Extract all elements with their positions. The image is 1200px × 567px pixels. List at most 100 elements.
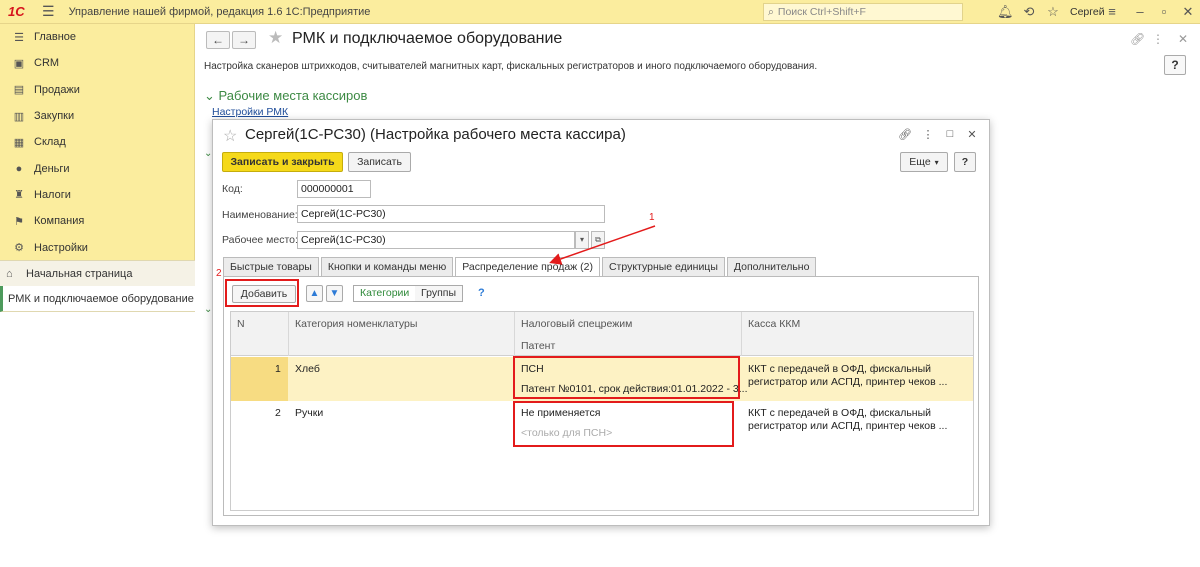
search-placeholder: Поиск Ctrl+Shift+F — [777, 6, 866, 18]
link-icon[interactable]: 🔗︎ — [898, 128, 912, 141]
sidebar-item-sales[interactable]: ▤ Продажи — [0, 77, 194, 103]
global-search-input[interactable]: ⌕ Поиск Ctrl+Shift+F — [763, 3, 963, 21]
row-kkm-line2[interactable]: регистратор или АСПД, принтер чеков ... — [748, 420, 947, 432]
column-header-kkm[interactable]: Касса ККМ — [748, 318, 800, 330]
column-header-tax[interactable]: Налоговый спецрежим — [521, 318, 632, 330]
sidebar: ☰ Главное ▣ CRM ▤ Продажи ▥ Закупки ▦ Склад ●… — [0, 24, 195, 567]
arrow-left-icon: ← — [212, 33, 224, 47]
more-vertical-icon[interactable]: ⋮ — [1152, 32, 1164, 46]
sidebar-item-warehouse[interactable]: ▦ Склад — [0, 129, 194, 155]
open-icon[interactable]: ⧉ — [591, 231, 605, 249]
save-and-close-button[interactable]: Записать и закрыть — [222, 152, 343, 172]
tab-quick-goods[interactable]: Быстрые товары — [223, 257, 319, 276]
row-n: 1 — [275, 363, 281, 375]
sidebar-item-purchases[interactable]: ▥ Закупки — [0, 103, 194, 129]
page-close-icon[interactable]: ✕ — [1178, 32, 1188, 46]
row-kkm-line1[interactable]: ККТ с передачей в ОФД, фискальный — [748, 363, 931, 375]
favorite-star-icon[interactable]: ☆ — [223, 126, 237, 146]
tab-structural-units[interactable]: Структурные единицы — [601, 257, 725, 276]
taxes-icon: ♜ — [14, 189, 24, 202]
favorite-star-icon[interactable]: ★ — [268, 28, 283, 48]
name-label: Наименование: — [222, 209, 298, 221]
menu-icon: ☰ — [14, 31, 24, 44]
user-name[interactable]: Сергей — [1070, 6, 1105, 18]
move-down-button[interactable]: ▼ — [326, 285, 343, 302]
section-cashier-workplaces[interactable]: ⌄ Рабочие места кассиров — [204, 88, 367, 104]
annotation-box-row1 — [513, 356, 740, 399]
sidebar-open-page[interactable]: РМК и подключаемое оборудование — [0, 286, 195, 312]
row-category[interactable]: Хлеб — [295, 363, 320, 375]
app-title: Управление нашей фирмой, редакция 1.6 1С… — [68, 5, 371, 18]
workplace-field[interactable]: Сергей(1С-РС30) — [297, 231, 575, 249]
move-up-button[interactable]: ▲ — [306, 285, 323, 302]
favorites-star-icon[interactable]: ☆ — [1045, 4, 1061, 20]
row-kkm-line2[interactable]: регистратор или АСПД, принтер чеков ... — [748, 376, 947, 388]
back-button[interactable]: ← — [206, 31, 230, 49]
code-label: Код: — [222, 183, 243, 195]
sidebar-item-money[interactable]: ● Деньги — [0, 155, 194, 181]
column-divider — [741, 312, 742, 356]
bell-icon[interactable]: 🔔︎ — [997, 4, 1014, 20]
forward-button[interactable]: → — [232, 31, 256, 49]
sidebar-item-settings[interactable]: ⚙ Настройки — [0, 234, 194, 260]
more-vertical-icon[interactable]: ⋮ — [921, 128, 935, 141]
link-icon[interactable]: 🔗︎ — [1130, 32, 1145, 46]
annotation-label-1: 1 — [649, 212, 655, 223]
annotation-box-row2 — [513, 401, 734, 447]
row-kkm-line1[interactable]: ККТ с передачей в ОФД, фискальный — [748, 407, 931, 419]
close-icon[interactable]: ✕ — [965, 128, 979, 141]
modal-help-button[interactable]: ? — [954, 152, 976, 172]
app-logo[interactable]: 1С — [8, 4, 32, 19]
sidebar-item-main[interactable]: ☰ Главное — [0, 24, 194, 50]
arrow-up-icon: ▲ — [309, 288, 320, 299]
tab-buttons-menu[interactable]: Кнопки и команды меню — [320, 257, 454, 276]
page-title: РМК и подключаемое оборудование — [292, 30, 563, 47]
tab-additional[interactable]: Дополнительно — [726, 257, 817, 276]
arrow-right-icon: → — [238, 33, 250, 47]
purchases-icon: ▥ — [13, 110, 25, 123]
row-n: 2 — [275, 407, 281, 419]
sidebar-item-taxes[interactable]: ♜ Налоги — [0, 182, 194, 208]
groups-toggle[interactable]: Группы — [415, 285, 463, 302]
save-button[interactable]: Записать — [348, 152, 411, 172]
sidebar-item-crm[interactable]: ▣ CRM — [0, 50, 194, 76]
warehouse-icon: ▦ — [13, 136, 25, 149]
dropdown-icon[interactable]: ▾ — [575, 231, 589, 249]
maximize-icon[interactable]: □ — [943, 128, 957, 140]
more-button[interactable]: Еще ▾ — [900, 152, 948, 172]
code-field[interactable]: 000000001 — [297, 180, 371, 198]
row-category[interactable]: Ручки — [295, 407, 323, 419]
help-question-icon[interactable]: ? — [478, 287, 485, 299]
categories-toggle[interactable]: Категории — [353, 285, 417, 302]
arrow-down-icon: ▼ — [329, 288, 340, 299]
modal-title: Сергей(1С-РС30) (Настройка рабочего мест… — [245, 126, 626, 143]
money-icon: ● — [15, 162, 23, 175]
close-icon[interactable]: ✕ — [1180, 4, 1196, 20]
column-header-patent[interactable]: Патент — [521, 340, 555, 352]
column-header-category[interactable]: Категория номенклатуры — [295, 318, 417, 330]
search-icon: ⌕ — [768, 5, 774, 18]
settings-menu-icon[interactable]: ≡ — [1104, 4, 1120, 20]
column-header-n[interactable]: N — [237, 318, 245, 330]
minimize-icon[interactable]: – — [1132, 4, 1148, 20]
sidebar-home[interactable]: ⌂ Начальная страница — [0, 260, 195, 286]
rmk-settings-link[interactable]: Настройки РМК — [212, 106, 288, 118]
sidebar-item-company[interactable]: ⚑ Компания — [0, 208, 194, 234]
gear-icon: ⚙ — [14, 242, 24, 255]
chevron-down-icon: ▾ — [934, 157, 939, 167]
restore-icon[interactable]: ▫ — [1156, 4, 1172, 20]
tab-sales-distribution[interactable]: Распределение продаж (2) — [455, 257, 600, 277]
workplace-label: Рабочее место: — [222, 234, 298, 246]
history-icon[interactable]: ⟲ — [1021, 4, 1037, 20]
flag-icon: ⚑ — [14, 215, 24, 228]
crm-icon: ▣ — [13, 57, 25, 70]
annotation-box-add — [225, 279, 299, 307]
name-field[interactable]: Сергей(1С-РС30) — [297, 205, 605, 223]
chevron-down-icon: ⌄ — [204, 88, 219, 103]
column-divider — [514, 312, 515, 356]
sidebar-empty-area — [0, 312, 195, 567]
hamburger-menu-icon[interactable]: ☰ — [42, 3, 55, 20]
table-header: N Категория номенклатуры Налоговый спецр… — [231, 312, 973, 356]
page-help-button[interactable]: ? — [1164, 55, 1186, 75]
column-divider — [288, 312, 289, 356]
